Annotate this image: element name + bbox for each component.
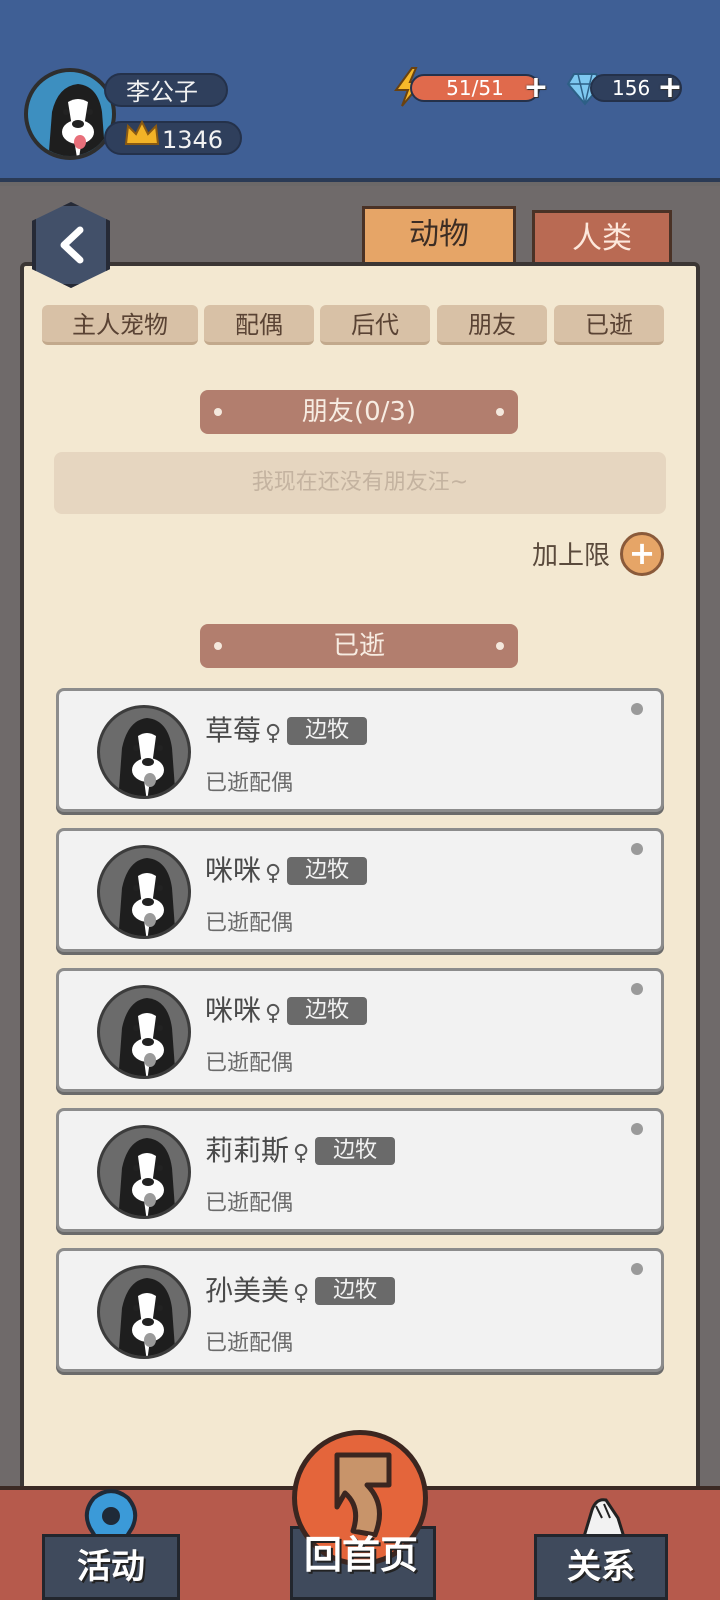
tab-human[interactable]: 人类	[532, 210, 672, 266]
sub-tab-deceased[interactable]: 已逝	[554, 305, 664, 345]
female-icon: ♀	[265, 861, 282, 886]
pet-name-text: 草莓	[205, 714, 262, 747]
pet-name-text: 咪咪	[205, 994, 262, 1027]
pet-name: 咪咪 ♀ 边牧	[205, 849, 368, 889]
crown-icon	[124, 120, 160, 145]
chevron-left-icon	[60, 226, 84, 264]
dog-portrait-icon	[118, 998, 176, 1076]
add-energy-button[interactable]: +	[522, 73, 550, 103]
add-limit-label: 加上限	[532, 541, 611, 571]
card-corner-dot	[631, 1263, 643, 1275]
pet-status: 已逝配偶	[205, 911, 294, 936]
tab-animal[interactable]: 动物	[362, 206, 516, 266]
dog-portrait-icon	[118, 1138, 176, 1216]
add-gems-button[interactable]: +	[656, 73, 684, 103]
player-avatar[interactable]	[24, 68, 116, 160]
pet-name-text: 莉莉斯	[205, 1134, 290, 1167]
pet-name: 草莓 ♀ 边牧	[205, 709, 368, 749]
dog-portrait-icon	[118, 1278, 176, 1356]
sub-tab-bar: 主人宠物 配偶 后代 朋友 已逝	[42, 305, 682, 347]
breed-badge: 边牧	[315, 1277, 396, 1305]
pet-name: 莉莉斯 ♀ 边牧	[205, 1129, 396, 1169]
pet-avatar	[97, 1265, 191, 1359]
pet-avatar	[97, 1125, 191, 1219]
deceased-pet-card[interactable]: 咪咪 ♀ 边牧已逝配偶	[56, 828, 664, 952]
pet-status: 已逝配偶	[205, 1331, 294, 1356]
sub-tab-friends[interactable]: 朋友	[437, 305, 547, 345]
deceased-pet-card[interactable]: 莉莉斯 ♀ 边牧已逝配偶	[56, 1108, 664, 1232]
nav-home-label[interactable]: 回首页	[296, 1524, 426, 1579]
card-corner-dot	[631, 703, 643, 715]
breed-badge: 边牧	[287, 717, 368, 745]
friends-header-label: 朋友(0/3)	[301, 397, 417, 427]
deceased-pet-card[interactable]: 咪咪 ♀ 边牧已逝配偶	[56, 968, 664, 1092]
pet-avatar	[97, 985, 191, 1079]
sub-tab-offspring[interactable]: 后代	[320, 305, 430, 345]
card-corner-dot	[631, 843, 643, 855]
friends-section-header: 朋友(0/3)	[200, 390, 518, 434]
female-icon: ♀	[265, 721, 282, 746]
header-dot-right	[496, 642, 504, 650]
breed-badge: 边牧	[287, 997, 368, 1025]
pet-name: 咪咪 ♀ 边牧	[205, 989, 368, 1029]
friends-empty-message: 我现在还没有朋友汪~	[54, 452, 666, 514]
sub-tab-spouse[interactable]: 配偶	[204, 305, 314, 345]
pet-status: 已逝配偶	[205, 771, 294, 796]
pet-status: 已逝配偶	[205, 1051, 294, 1076]
nav-activity[interactable]: 活动	[42, 1534, 180, 1600]
female-icon: ♀	[293, 1141, 310, 1166]
female-icon: ♀	[265, 1001, 282, 1026]
pet-avatar	[97, 705, 191, 799]
female-icon: ♀	[293, 1281, 310, 1306]
header-dot-left	[214, 408, 222, 416]
pet-name-text: 咪咪	[205, 854, 262, 887]
pet-avatar	[97, 845, 191, 939]
username-label: 李公子	[104, 73, 228, 107]
add-limit-button[interactable]: +	[620, 532, 664, 576]
card-corner-dot	[631, 983, 643, 995]
breed-badge: 边牧	[287, 857, 368, 885]
header-dot-right	[496, 408, 504, 416]
deceased-section-header: 已逝	[200, 624, 518, 668]
dog-portrait-icon	[118, 858, 176, 936]
deceased-header-label: 已逝	[332, 631, 385, 661]
deceased-pet-card[interactable]: 草莓 ♀ 边牧已逝配偶	[56, 688, 664, 812]
pet-status: 已逝配偶	[205, 1191, 294, 1216]
energy-bar: 51/51	[410, 74, 540, 102]
dog-portrait-icon	[118, 718, 176, 796]
header-dot-left	[214, 642, 222, 650]
nav-relation[interactable]: 关系	[534, 1534, 668, 1600]
pet-name: 孙美美 ♀ 边牧	[205, 1269, 396, 1309]
card-corner-dot	[631, 1123, 643, 1135]
breed-badge: 边牧	[315, 1137, 396, 1165]
deceased-pet-card[interactable]: 孙美美 ♀ 边牧已逝配偶	[56, 1248, 664, 1372]
energy-text: 51/51	[446, 76, 504, 100]
pet-name-text: 孙美美	[205, 1274, 290, 1307]
sub-tab-owner-pet[interactable]: 主人宠物	[42, 305, 198, 345]
